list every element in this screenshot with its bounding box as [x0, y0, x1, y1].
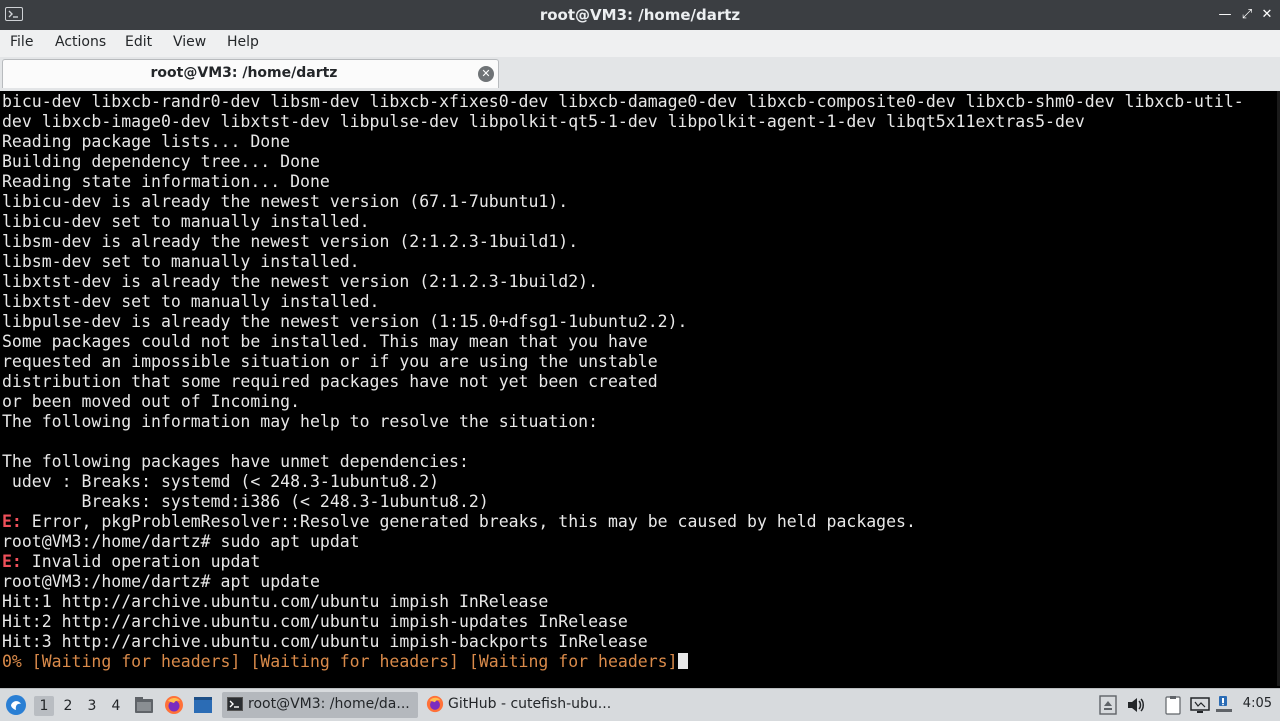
progress-text: 0% [Waiting for headers] [Waiting for he…	[2, 652, 678, 671]
menu-actions[interactable]: Actions	[55, 34, 106, 50]
terminal-line: libsm-dev is already the newest version …	[2, 232, 579, 251]
terminal-line: Reading state information... Done	[2, 172, 330, 191]
terminal-line: libsm-dev set to manually installed.	[2, 252, 360, 271]
terminal-line: bicu-dev libxcb-randr0-dev libsm-dev lib…	[2, 92, 1244, 111]
terminal-line: Some packages could not be installed. Th…	[2, 332, 648, 351]
terminal-line: 0% [Waiting for headers] [Waiting for he…	[2, 652, 688, 672]
maximize-icon[interactable]: ⤢	[1238, 6, 1256, 24]
menu-edit[interactable]: Edit	[125, 34, 152, 50]
tab-title: root@VM3: /home/dartz	[150, 65, 338, 81]
terminal-line: distribution that some required packages…	[2, 372, 658, 391]
menu-bar: File Actions Edit View Help	[0, 30, 1280, 58]
menu-file[interactable]: File	[10, 34, 33, 50]
firefox-icon	[426, 695, 444, 717]
clock[interactable]: 4:05	[1243, 696, 1272, 711]
workspace-2[interactable]: 2	[58, 696, 78, 716]
app-launcher-icon[interactable]	[5, 694, 27, 720]
terminal-line: or been moved out of Incoming.	[2, 392, 301, 411]
terminal-line: Building dependency tree... Done	[2, 152, 320, 171]
terminal-line: E: Invalid operation updat	[2, 552, 260, 572]
menu-view[interactable]: View	[173, 34, 206, 50]
update-notifier-icon[interactable]	[1216, 694, 1232, 718]
tab-close-icon[interactable]: ✕	[478, 66, 494, 82]
terminal-line: Hit:1 http://archive.ubuntu.com/ubuntu i…	[2, 592, 549, 611]
show-desktop-icon[interactable]	[193, 696, 213, 718]
firefox-launcher-icon[interactable]	[164, 695, 184, 719]
terminal-line: udev : Breaks: systemd (< 248.3-1ubuntu8…	[2, 472, 440, 491]
terminal-line: Reading package lists... Done	[2, 132, 291, 151]
terminal-output[interactable]: bicu-dev libxcb-randr0-dev libsm-dev lib…	[0, 91, 1280, 686]
error-prefix: E:	[2, 552, 22, 571]
terminal-line: libicu-dev set to manually installed.	[2, 212, 370, 231]
terminal-line: Breaks: systemd:i386 (< 248.3-1ubuntu8.2…	[2, 492, 489, 511]
taskbar-terminal-button[interactable]: root@VM3: /home/da...	[222, 692, 418, 718]
close-icon[interactable]: ✕	[1258, 6, 1276, 24]
window-titlebar: root@VM3: /home/dartz — ⤢ ✕	[0, 0, 1280, 30]
volume-icon[interactable]	[1126, 696, 1146, 718]
terminal-line: The following information may help to re…	[2, 412, 599, 431]
terminal-line: libxtst-dev set to manually installed.	[2, 292, 380, 311]
error-message: Invalid operation updat	[21, 552, 261, 571]
terminal-line: libicu-dev is already the newest version…	[2, 192, 569, 211]
minimize-icon[interactable]: —	[1216, 6, 1234, 24]
eject-icon[interactable]	[1099, 695, 1117, 719]
terminal-line: The following packages have unmet depend…	[2, 452, 469, 471]
tab-bar: root@VM3: /home/dartz ✕	[0, 57, 1280, 91]
workspace-1[interactable]: 1	[34, 696, 54, 716]
error-message: Error, pkgProblemResolver::Resolve gener…	[21, 512, 916, 531]
taskbar: 1 2 3 4 root@VM3: /home/da... GitHub - c…	[0, 688, 1280, 721]
file-manager-icon[interactable]	[134, 696, 154, 718]
terminal-line: libpulse-dev is already the newest versi…	[2, 312, 688, 331]
taskbar-firefox-label: GitHub - cutefish-ubu...	[448, 696, 612, 712]
workspace-3[interactable]: 3	[82, 696, 102, 716]
error-prefix: E:	[2, 512, 22, 531]
menu-help[interactable]: Help	[227, 34, 259, 50]
screen-icon[interactable]	[1190, 696, 1210, 718]
taskbar-terminal-label: root@VM3: /home/da...	[248, 696, 410, 712]
terminal-line: requested an impossible situation or if …	[2, 352, 658, 371]
terminal-line: Hit:2 http://archive.ubuntu.com/ubuntu i…	[2, 612, 628, 631]
window-title: root@VM3: /home/dartz	[539, 6, 741, 24]
terminal-tab[interactable]: root@VM3: /home/dartz ✕	[2, 59, 499, 88]
terminal-line: root@VM3:/home/dartz# apt update	[2, 572, 320, 591]
terminal-line: Hit:3 http://archive.ubuntu.com/ubuntu i…	[2, 632, 648, 651]
terminal-line: libxtst-dev is already the newest versio…	[2, 272, 599, 291]
terminal-cursor	[677, 653, 688, 669]
terminal-line: E: Error, pkgProblemResolver::Resolve ge…	[2, 512, 916, 532]
terminal-line: dev libxcb-image0-dev libxtst-dev libpul…	[2, 112, 1085, 131]
terminal-icon	[227, 696, 243, 716]
terminal-line: root@VM3:/home/dartz# sudo apt updat	[2, 532, 360, 551]
clipboard-icon[interactable]	[1164, 695, 1182, 719]
workspace-4[interactable]: 4	[106, 696, 126, 716]
taskbar-firefox-button[interactable]: GitHub - cutefish-ubu...	[422, 692, 618, 718]
